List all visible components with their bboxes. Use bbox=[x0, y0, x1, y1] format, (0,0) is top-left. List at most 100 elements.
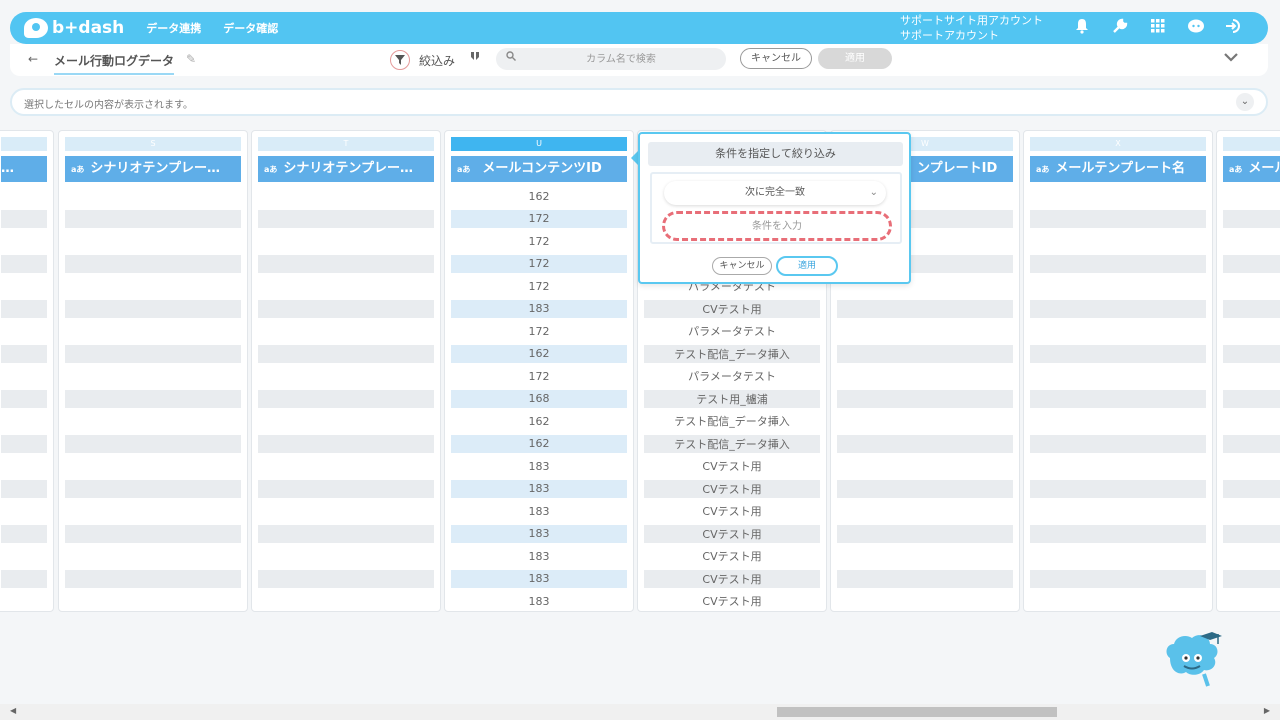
table-cell[interactable] bbox=[1223, 299, 1280, 318]
column-search[interactable] bbox=[496, 48, 726, 70]
table-cell[interactable] bbox=[1223, 209, 1280, 228]
table-cell[interactable] bbox=[1030, 230, 1206, 253]
table-cell[interactable] bbox=[1223, 344, 1280, 363]
table-cell[interactable] bbox=[837, 299, 1013, 318]
table-cell[interactable] bbox=[1223, 365, 1280, 388]
table-cell[interactable] bbox=[1030, 209, 1206, 228]
table-cell[interactable]: 183 bbox=[451, 500, 627, 523]
table-cell[interactable] bbox=[65, 230, 241, 253]
table-cell[interactable] bbox=[258, 410, 434, 433]
table-cell[interactable]: CVテスト用 bbox=[644, 590, 820, 611]
table-cell[interactable] bbox=[65, 185, 241, 208]
column-y[interactable]: aあメール bbox=[1216, 130, 1280, 612]
table-cell[interactable] bbox=[1, 230, 47, 253]
table-cell[interactable]: CVテスト用 bbox=[644, 545, 820, 568]
table-cell[interactable] bbox=[258, 500, 434, 523]
horizontal-scrollbar[interactable]: ◀ ▶ bbox=[0, 704, 1280, 720]
wrench-icon[interactable] bbox=[1110, 18, 1130, 38]
table-cell[interactable] bbox=[837, 500, 1013, 523]
table-cell[interactable] bbox=[1030, 344, 1206, 363]
table-cell[interactable]: 168 bbox=[451, 389, 627, 408]
cancel-button[interactable]: キャンセル bbox=[740, 48, 812, 69]
table-cell[interactable] bbox=[837, 479, 1013, 498]
table-cell[interactable] bbox=[65, 590, 241, 611]
table-cell[interactable] bbox=[65, 434, 241, 453]
table-cell[interactable] bbox=[1030, 479, 1206, 498]
page-title[interactable]: メール行動ログデータ bbox=[54, 52, 175, 75]
table-cell[interactable]: 162 bbox=[451, 434, 627, 453]
bell-icon[interactable] bbox=[1072, 18, 1092, 38]
table-cell[interactable] bbox=[1223, 569, 1280, 588]
table-cell[interactable] bbox=[1030, 500, 1206, 523]
column-s[interactable]: S aあ シナリオテンプレー… bbox=[58, 130, 248, 612]
table-cell[interactable]: テスト用_櫨浦 bbox=[644, 389, 820, 408]
table-cell[interactable] bbox=[1, 185, 47, 208]
table-cell[interactable] bbox=[65, 275, 241, 298]
table-cell[interactable] bbox=[1030, 299, 1206, 318]
table-cell[interactable] bbox=[65, 545, 241, 568]
scroll-thumb[interactable] bbox=[777, 707, 1057, 717]
table-cell[interactable]: CVテスト用 bbox=[644, 500, 820, 523]
column-header[interactable]: … bbox=[1, 156, 47, 182]
table-cell[interactable]: 172 bbox=[451, 254, 627, 273]
table-cell[interactable] bbox=[1030, 365, 1206, 388]
table-cell[interactable] bbox=[65, 254, 241, 273]
nav-data-check[interactable]: データ確認 bbox=[223, 20, 278, 36]
edit-pencil-icon[interactable]: ✎ bbox=[186, 52, 196, 66]
table-cell[interactable] bbox=[1030, 410, 1206, 433]
search-input[interactable] bbox=[526, 48, 716, 70]
table-cell[interactable] bbox=[1030, 524, 1206, 543]
table-cell[interactable] bbox=[65, 455, 241, 478]
table-cell[interactable] bbox=[1, 545, 47, 568]
table-cell[interactable]: 183 bbox=[451, 299, 627, 318]
back-arrow-icon[interactable]: ← bbox=[28, 52, 38, 66]
table-cell[interactable] bbox=[1, 365, 47, 388]
table-cell[interactable] bbox=[65, 365, 241, 388]
table-cell[interactable] bbox=[1, 320, 47, 343]
table-cell[interactable] bbox=[1223, 320, 1280, 343]
table-cell[interactable] bbox=[837, 344, 1013, 363]
table-cell[interactable]: 183 bbox=[451, 545, 627, 568]
filter-label[interactable]: 絞込み bbox=[419, 52, 455, 69]
column-t[interactable]: T aあ シナリオテンプレー… bbox=[251, 130, 441, 612]
table-cell[interactable] bbox=[258, 365, 434, 388]
table-cell[interactable] bbox=[65, 344, 241, 363]
table-cell[interactable]: 162 bbox=[451, 410, 627, 433]
table-cell[interactable]: CVテスト用 bbox=[644, 524, 820, 543]
table-cell[interactable] bbox=[837, 434, 1013, 453]
table-cell[interactable] bbox=[258, 299, 434, 318]
table-cell[interactable]: 183 bbox=[451, 455, 627, 478]
table-cell[interactable]: 172 bbox=[451, 209, 627, 228]
table-cell[interactable] bbox=[1, 344, 47, 363]
table-cell[interactable] bbox=[258, 479, 434, 498]
table-cell[interactable] bbox=[1223, 500, 1280, 523]
table-cell[interactable] bbox=[1, 389, 47, 408]
column-header[interactable]: aあ メールテンプレート名 bbox=[1030, 156, 1206, 182]
table-cell[interactable]: 183 bbox=[451, 524, 627, 543]
table-cell[interactable] bbox=[65, 569, 241, 588]
table-cell[interactable]: CVテスト用 bbox=[644, 569, 820, 588]
column-u[interactable]: U aあ メールコンテンツID 162 172 172 172 172 183 172 162 1… bbox=[444, 130, 634, 612]
table-cell[interactable] bbox=[1, 524, 47, 543]
table-cell[interactable] bbox=[837, 410, 1013, 433]
column-x[interactable]: X aあ メールテンプレート名 bbox=[1023, 130, 1213, 612]
column-r[interactable]: … bbox=[0, 130, 54, 612]
table-cell[interactable]: CVテスト用 bbox=[644, 479, 820, 498]
table-cell[interactable] bbox=[1223, 410, 1280, 433]
table-cell[interactable] bbox=[65, 410, 241, 433]
table-cell[interactable]: 183 bbox=[451, 590, 627, 611]
table-cell[interactable] bbox=[1030, 275, 1206, 298]
filter-icon[interactable] bbox=[390, 50, 410, 70]
nav-data-link[interactable]: データ連携 bbox=[146, 20, 201, 36]
table-cell[interactable] bbox=[1030, 254, 1206, 273]
table-cell[interactable] bbox=[1223, 230, 1280, 253]
table-cell[interactable] bbox=[1030, 434, 1206, 453]
expand-chevron-icon[interactable]: ⌄ bbox=[1236, 93, 1254, 111]
table-cell[interactable] bbox=[258, 209, 434, 228]
table-cell[interactable] bbox=[837, 590, 1013, 611]
table-cell[interactable] bbox=[1, 455, 47, 478]
table-cell[interactable] bbox=[1030, 320, 1206, 343]
table-cell[interactable] bbox=[258, 320, 434, 343]
table-cell[interactable]: パラメータテスト bbox=[644, 365, 820, 388]
table-cell[interactable] bbox=[1223, 185, 1280, 208]
